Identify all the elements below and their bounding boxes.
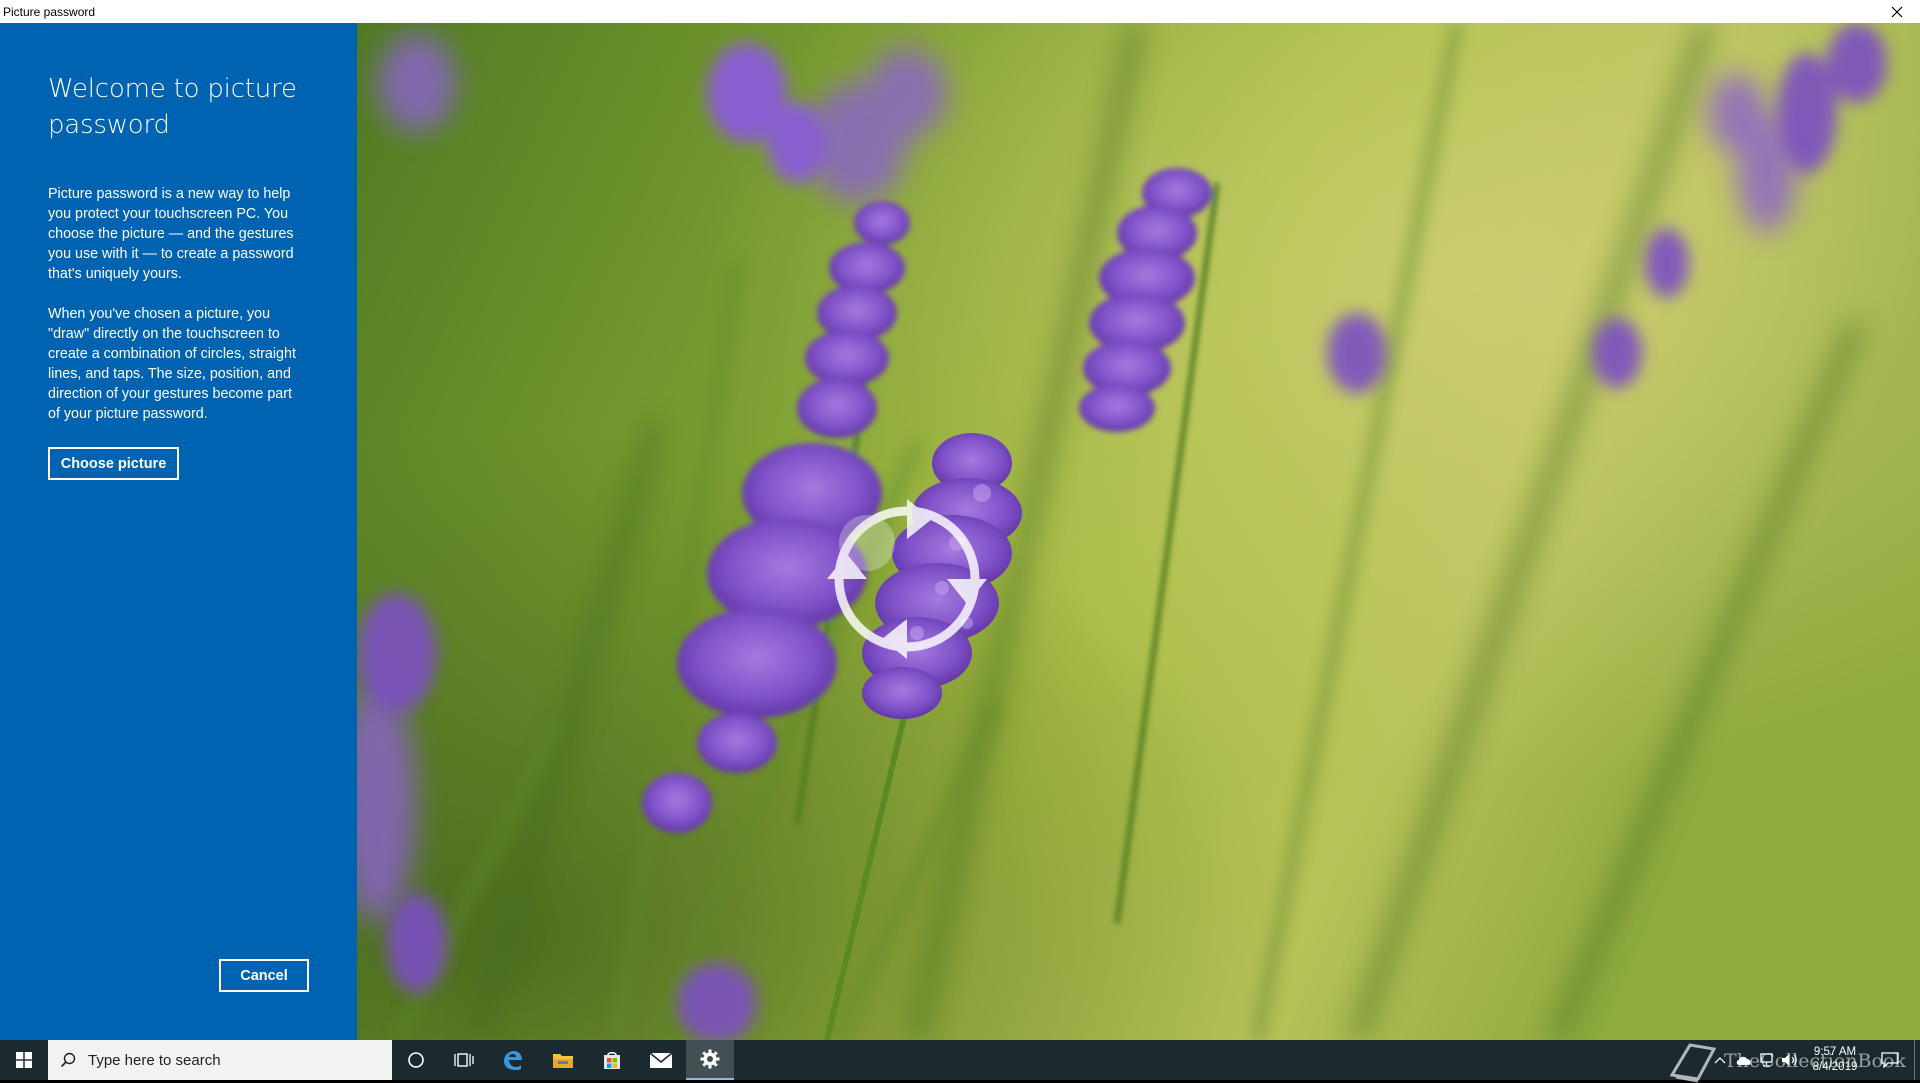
store-button[interactable]: [588, 1040, 636, 1080]
instructions-paragraph: When you've chosen a picture, you "draw"…: [48, 306, 296, 422]
volume-button[interactable]: [1778, 1040, 1802, 1080]
mail-button[interactable]: [636, 1040, 686, 1080]
settings-icon: [700, 1049, 720, 1069]
intro-paragraph: Picture password is a new way to help yo…: [48, 186, 294, 282]
onedrive-button[interactable]: [1732, 1040, 1756, 1080]
network-icon: [1760, 1053, 1773, 1067]
clock-time: 9:57 AM: [1813, 1046, 1857, 1058]
settings-button[interactable]: [686, 1040, 734, 1080]
edge-icon: [504, 1051, 522, 1070]
close-button[interactable]: [1874, 0, 1920, 23]
network-button[interactable]: [1756, 1040, 1780, 1080]
cancel-button[interactable]: Cancel: [219, 959, 309, 992]
taskbar-search-box[interactable]: [48, 1040, 392, 1080]
action-center-button[interactable]: [1872, 1040, 1908, 1080]
mail-icon: [649, 1052, 673, 1068]
volume-icon: [1782, 1054, 1797, 1066]
cortana-button[interactable]: [392, 1040, 440, 1080]
search-icon: [48, 1052, 88, 1068]
task-view-button[interactable]: [440, 1040, 488, 1080]
taskbar: TheCollectionBook 9:57 AM 8/4/2019: [0, 1040, 1920, 1083]
title-bar: Picture password: [0, 0, 1920, 23]
clock-date: 8/4/2019: [1812, 1061, 1858, 1073]
task-view-icon: [454, 1053, 474, 1067]
lavender-image: [357, 23, 1920, 1040]
picture-preview[interactable]: [357, 23, 1920, 1040]
start-button[interactable]: [0, 1040, 48, 1080]
choose-picture-button[interactable]: Choose picture: [48, 447, 179, 480]
file-explorer-button[interactable]: [538, 1040, 588, 1080]
search-input[interactable]: [88, 1040, 378, 1080]
clock[interactable]: 9:57 AM 8/4/2019: [1800, 1040, 1870, 1080]
window-title: Picture password: [3, 4, 96, 19]
cortana-icon: [408, 1052, 424, 1068]
store-icon: [604, 1052, 620, 1069]
chevron-up-icon: [1714, 1057, 1726, 1064]
notification-icon: [1881, 1052, 1899, 1068]
page-title: Welcome to picture password: [48, 74, 297, 140]
cloud-icon: [1736, 1056, 1751, 1065]
windows-logo-icon: [16, 1052, 32, 1068]
edge-button[interactable]: [488, 1040, 536, 1080]
show-desktop-button[interactable]: [1914, 1040, 1920, 1080]
instructions-panel: Welcome to picture password Picture pass…: [0, 23, 357, 1040]
close-icon: [1891, 6, 1903, 17]
tray-overflow-button[interactable]: [1708, 1040, 1732, 1080]
file-explorer-icon: [553, 1054, 573, 1068]
